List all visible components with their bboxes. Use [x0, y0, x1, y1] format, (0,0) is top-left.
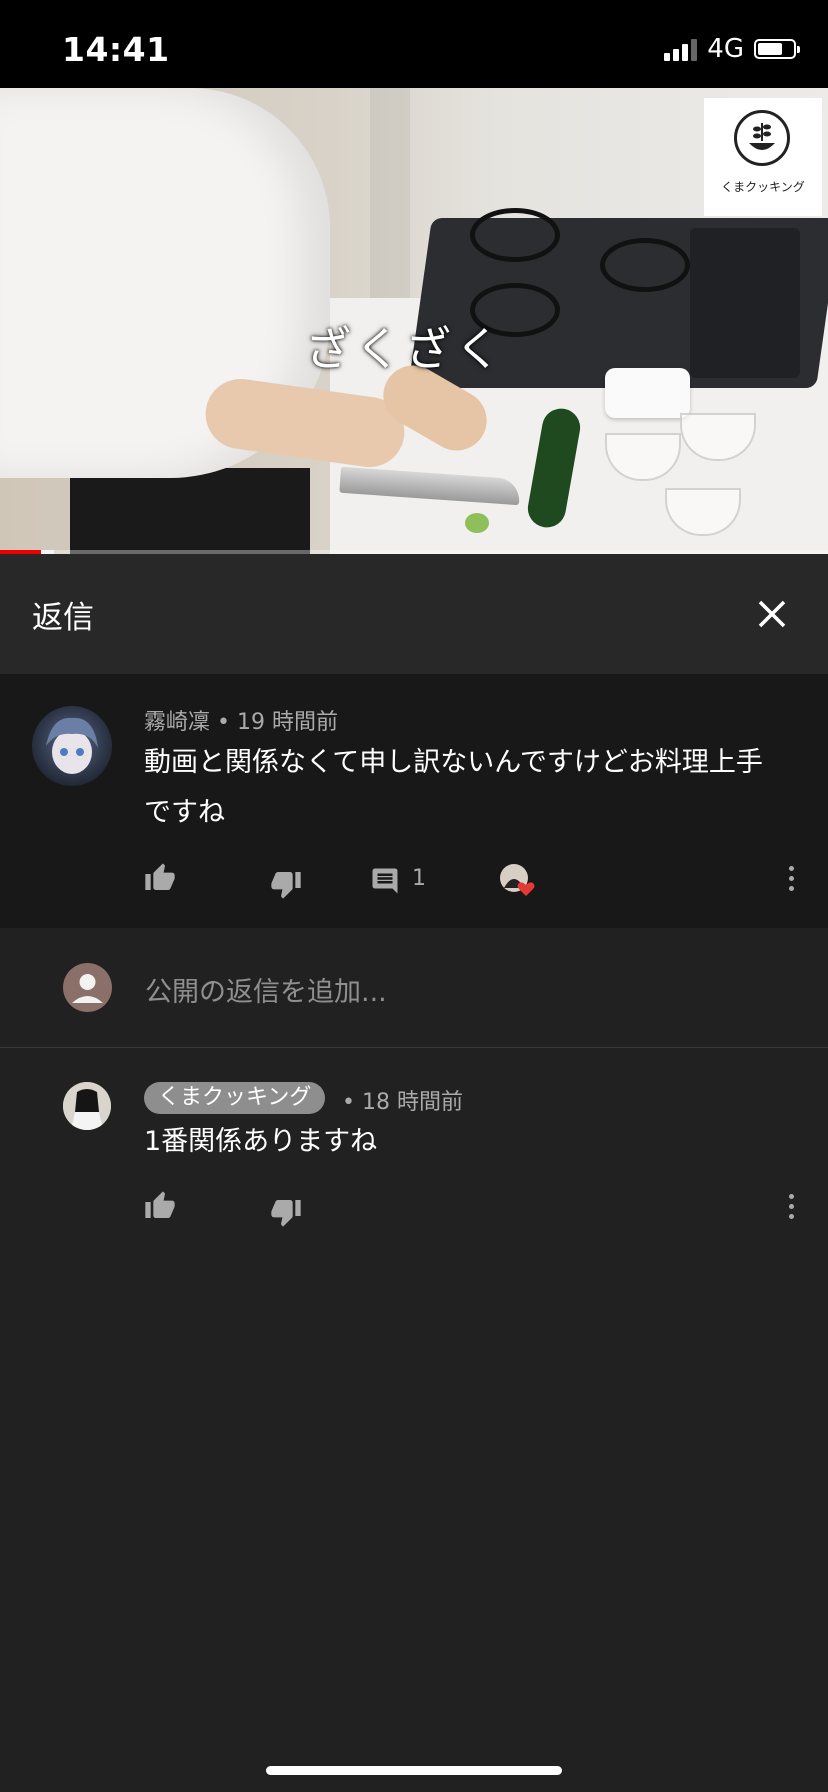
comment-meta: 霧崎凜 • 19 時間前: [144, 704, 338, 736]
meta-separator: •: [217, 710, 237, 735]
video-scene-person: [70, 468, 310, 554]
video-scene-cucumber-slice: [465, 513, 489, 533]
parent-comment: 霧崎凜 • 19 時間前 動画と関係なくて申し訳ないんですけどお料理上手 ですね…: [0, 674, 828, 928]
commenter-avatar[interactable]: [32, 706, 112, 786]
video-scene-burner: [470, 208, 560, 262]
watermark-text: くまクッキング: [721, 180, 805, 194]
creator-heart: [498, 862, 538, 902]
like-button[interactable]: [144, 862, 176, 898]
reply-text: 1番関係ありますね: [144, 1126, 378, 1157]
replies-title: 返信: [32, 600, 94, 636]
reply-meta: • 18 時間前: [342, 1084, 463, 1116]
dislike-button[interactable]: [270, 868, 302, 904]
thumb-up-icon: [145, 1191, 175, 1218]
network-type: 4G: [707, 34, 744, 64]
comment-icon: [372, 868, 398, 894]
close-icon: [758, 600, 786, 628]
status-indicators: 4G: [664, 34, 800, 64]
channel-watermark[interactable]: くまクッキング: [704, 98, 822, 216]
creator-heart-icon: [500, 864, 535, 896]
video-subtitle: ざくざく: [305, 322, 505, 376]
reply-time: 18 時間前: [361, 1090, 463, 1115]
status-time: 14:41: [62, 30, 170, 69]
reply-like-button[interactable]: [144, 1190, 176, 1226]
more-vert-icon[interactable]: [787, 1194, 795, 1224]
meta-separator: •: [342, 1090, 362, 1115]
home-indicator[interactable]: [266, 1766, 562, 1775]
bowl-logo-icon: [734, 110, 790, 166]
reply-count-button[interactable]: [370, 866, 400, 900]
reply-input[interactable]: 公開の返信を追加...: [145, 970, 387, 1009]
comment-author[interactable]: 霧崎凜: [144, 710, 210, 735]
thumb-up-icon: [145, 863, 175, 890]
comment-text-line: ですね: [144, 797, 225, 828]
replies-header: 返信: [0, 554, 828, 674]
comment-text: 動画と関係なくて申し訳ないんですけどお料理上手 ですね: [144, 738, 763, 838]
person-icon: [72, 974, 103, 1003]
reply-count: 1: [412, 866, 426, 891]
reply-author-avatar[interactable]: [63, 1082, 111, 1130]
comment-time: 19 時間前: [237, 710, 338, 735]
comment-text-line: 動画と関係なくて申し訳ないんですけどお料理上手: [144, 747, 763, 778]
battery-icon: [754, 39, 800, 59]
thumb-down-icon: [271, 872, 301, 899]
status-bar: 14:41 4G: [0, 0, 828, 88]
video-scene-peeler: [605, 368, 690, 418]
user-avatar: [63, 963, 112, 1012]
close-button[interactable]: [752, 594, 792, 634]
video-player[interactable]: ざくざく くまクッキング: [0, 88, 828, 554]
video-scene-burner: [600, 238, 690, 292]
reply-dislike-button[interactable]: [270, 1196, 302, 1232]
creator-author-badge[interactable]: くまクッキング: [144, 1082, 326, 1114]
reply-comment: くまクッキング • 18 時間前 1番関係ありますね: [0, 1048, 828, 1248]
video-scene-grill: [690, 228, 800, 378]
add-reply-row[interactable]: 公開の返信を追加...: [0, 928, 828, 1048]
thumb-down-icon: [271, 1200, 301, 1227]
more-vert-icon[interactable]: [787, 866, 795, 896]
signal-icon: [664, 37, 698, 61]
